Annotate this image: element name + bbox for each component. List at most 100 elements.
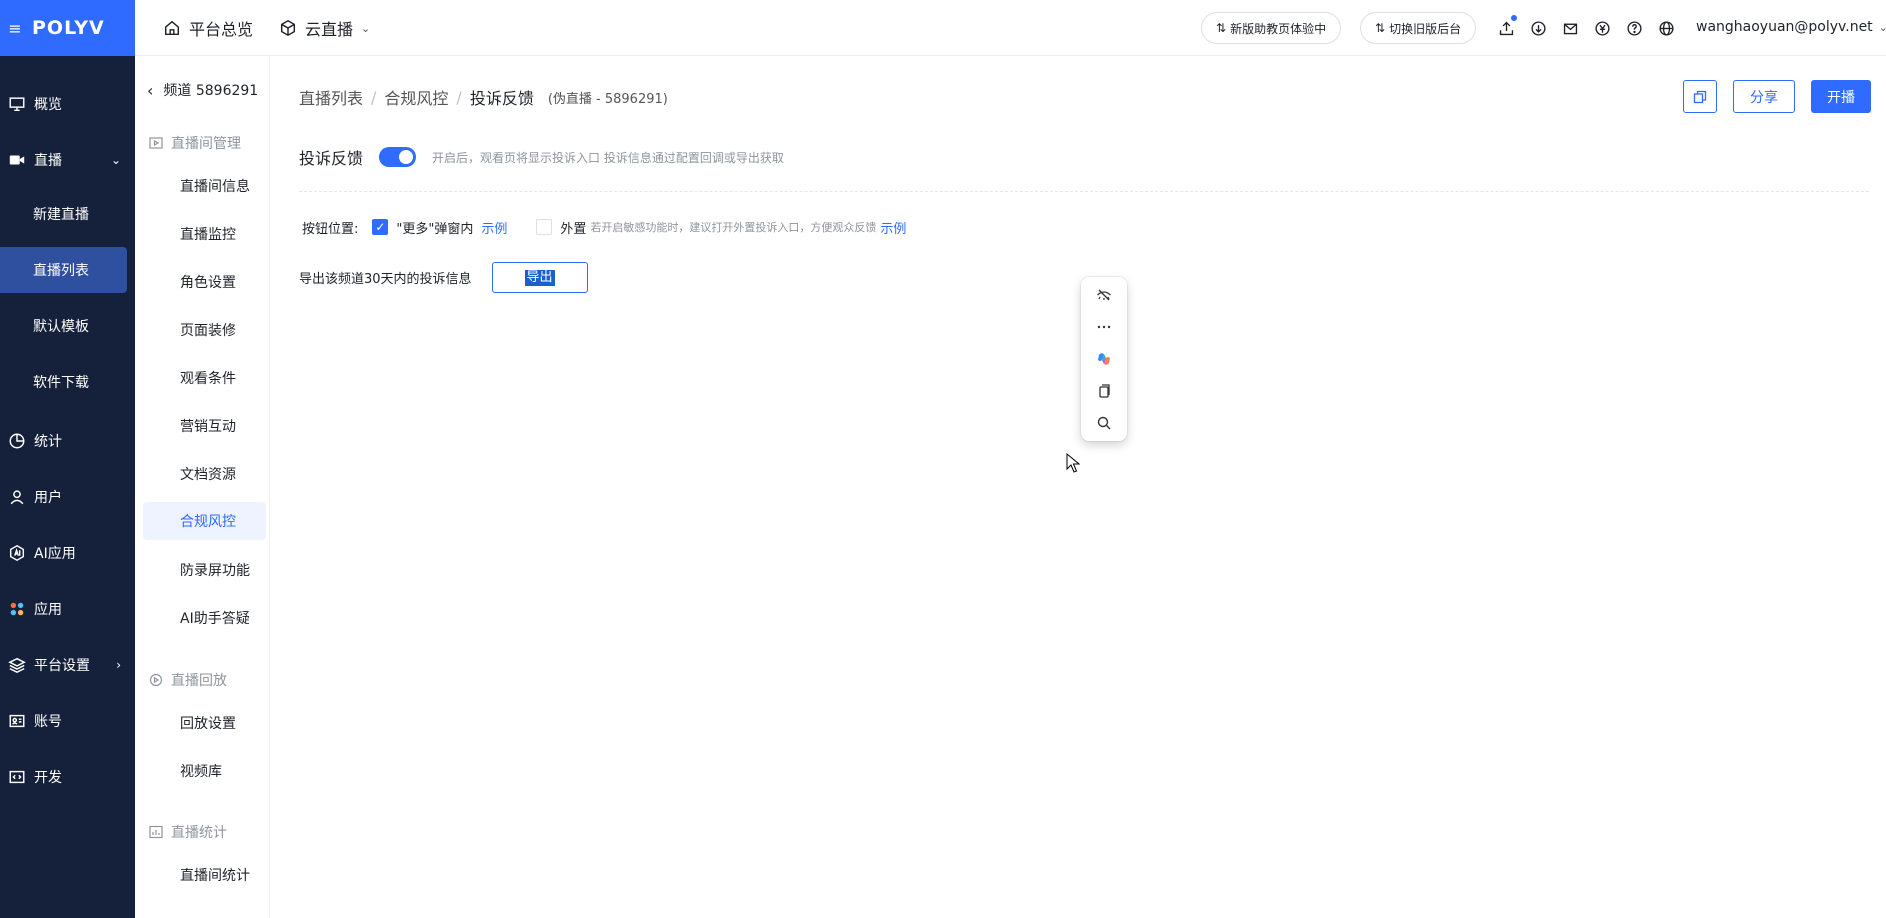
help-icon[interactable] — [1624, 18, 1644, 38]
copilot-icon[interactable] — [1094, 349, 1114, 369]
menu-icon[interactable]: ≡ — [4, 19, 26, 38]
submenu-item-documents[interactable]: 文档资源 — [143, 455, 266, 493]
sidebar-label: 账号 — [34, 714, 62, 730]
sidebar-label: 直播列表 — [33, 263, 89, 279]
sidebar-label: 新建直播 — [33, 207, 89, 223]
submenu-item-ai-assistant[interactable]: AI助手答疑 — [143, 599, 266, 637]
sidebar-label: 开发 — [34, 770, 62, 786]
breadcrumb-current: 投诉反馈 — [469, 89, 534, 108]
chevron-down-icon: ⌄ — [361, 21, 371, 35]
sidebar-item-apps[interactable]: 应用 — [0, 586, 135, 632]
sidebar-item-software-download[interactable]: 软件下载 — [0, 359, 135, 405]
nav-platform-overview[interactable]: 平台总览 — [163, 16, 253, 40]
switch-icon: ⇅ — [1375, 21, 1386, 35]
channel-label: 频道 5896291 — [163, 83, 259, 99]
export-button[interactable]: 导出 — [491, 262, 588, 293]
download-icon[interactable] — [1528, 18, 1548, 38]
nav-cloud-live[interactable]: 云直播 ⌄ — [279, 16, 370, 40]
switch-icon: ⇅ — [1216, 21, 1227, 35]
brand-area: ≡ POLYV — [0, 0, 135, 56]
checkbox-inner[interactable]: ✓ — [372, 219, 389, 235]
button-position-row: 按钮位置: ✓ "更多"弹窗内 示例 外置 若开启敏感功能时，建议打开外置投诉入… — [302, 217, 906, 237]
sidebar-item-overview[interactable]: 概览 — [0, 81, 135, 127]
submenu-item-compliance[interactable]: 合规风控 — [143, 502, 266, 540]
sidebar-item-default-template[interactable]: 默认模板 — [0, 303, 135, 349]
sidebar-label: 直播 — [34, 153, 62, 169]
hide-icon[interactable] — [1094, 285, 1114, 305]
old-ui-label: 切换旧版后台 — [1389, 21, 1462, 36]
globe-icon[interactable] — [1656, 18, 1676, 38]
user-icon — [8, 488, 26, 506]
notification-dot — [1510, 14, 1518, 22]
sidebar-item-live[interactable]: 直播 ⌄ — [0, 137, 135, 183]
mouse-cursor-icon — [1066, 453, 1080, 473]
start-live-button[interactable]: 开播 — [1811, 80, 1871, 113]
bar-chart-icon — [149, 825, 163, 839]
layers-icon — [8, 656, 26, 674]
sidebar-label: 概览 — [34, 97, 62, 113]
sidebar-label: 默认模板 — [33, 319, 89, 335]
copy-icon — [1693, 90, 1707, 103]
submenu-item-video-library[interactable]: 视频库 — [143, 752, 266, 790]
position-label: 按钮位置: — [302, 221, 359, 237]
divider — [299, 191, 1869, 192]
chevron-down-icon: ⌄ — [1878, 20, 1886, 34]
breadcrumb: 直播列表 / 合规风控 / 投诉反馈 (伪直播 - 5896291) — [299, 85, 668, 109]
sidebar-label: AI应用 — [34, 546, 76, 562]
old-ui-button[interactable]: ⇅ 切换旧版后台 — [1360, 12, 1477, 44]
example-link-outer[interactable]: 示例 — [880, 218, 906, 237]
sidebar-item-statistics[interactable]: 统计 — [0, 418, 135, 464]
submenu-item-room-stats[interactable]: 直播间统计 — [143, 856, 266, 894]
export-button-label: 导出 — [524, 269, 555, 286]
upload-icon[interactable] — [1496, 14, 1518, 38]
sidebar-item-new-live[interactable]: 新建直播 — [0, 191, 135, 237]
submenu-item-decoration[interactable]: 页面装修 — [143, 311, 266, 349]
group-room-management: 直播间管理 — [149, 133, 241, 153]
back-to-channel[interactable]: ‹ 频道 5896291 — [147, 80, 258, 100]
chevron-left-icon: ‹ — [147, 80, 154, 100]
sidebar-item-account[interactable]: 账号 — [0, 698, 135, 744]
search-icon[interactable] — [1094, 413, 1114, 433]
nav-label: 云直播 — [305, 20, 354, 39]
logo[interactable]: POLYV — [32, 17, 105, 39]
sidebar-item-platform-settings[interactable]: 平台设置 › — [0, 642, 135, 688]
breadcrumb-compliance[interactable]: 合规风控 — [384, 85, 448, 109]
submenu-item-anti-recording[interactable]: 防录屏功能 — [143, 551, 266, 589]
option-inner-label: "更多"弹窗内 — [396, 221, 474, 237]
submenu-item-view-conditions[interactable]: 观看条件 — [143, 359, 266, 397]
share-button[interactable]: 分享 — [1733, 80, 1795, 113]
submenu-item-monitor[interactable]: 直播监控 — [143, 215, 266, 253]
breadcrumb-separator: / — [371, 87, 377, 107]
cube-icon — [280, 19, 296, 37]
export-label: 导出该频道30天内的投诉信息 — [299, 272, 472, 287]
submenu-item-roles[interactable]: 角色设置 — [143, 263, 266, 301]
currency-icon[interactable] — [1592, 18, 1612, 38]
new-ui-button[interactable]: ⇅ 新版助教页体验中 — [1201, 12, 1342, 44]
sidebar-item-users[interactable]: 用户 — [0, 474, 135, 520]
chevron-right-icon: › — [116, 658, 121, 672]
feedback-toggle[interactable] — [379, 147, 417, 167]
sidebar-item-ai-apps[interactable]: AI应用 — [0, 530, 135, 576]
example-link-inner[interactable]: 示例 — [481, 218, 507, 237]
mail-icon[interactable] — [1560, 18, 1580, 38]
submenu-item-replay-settings[interactable]: 回放设置 — [143, 704, 266, 742]
submenu-item-room-info[interactable]: 直播间信息 — [143, 167, 266, 205]
toggle-knob — [399, 150, 414, 164]
copy-button[interactable] — [1683, 80, 1717, 113]
user-menu[interactable]: wanghaoyuan@polyv.net ⌄ — [1696, 19, 1886, 35]
copy-icon[interactable] — [1094, 381, 1114, 401]
sidebar-item-develop[interactable]: 开发 — [0, 754, 135, 800]
more-icon[interactable] — [1094, 317, 1114, 337]
breadcrumb-live-list[interactable]: 直播列表 — [299, 85, 363, 109]
pie-chart-icon — [8, 432, 26, 450]
code-icon — [8, 768, 26, 786]
feedback-hint: 开启后，观看页将显示投诉入口 投诉信息通过配置回调或导出获取 — [432, 150, 784, 165]
play-screen-icon — [149, 137, 163, 149]
export-row: 导出该频道30天内的投诉信息 导出 — [299, 262, 588, 293]
submenu-item-marketing[interactable]: 营销互动 — [143, 407, 266, 445]
breadcrumb-separator: / — [456, 87, 462, 107]
section-title: 投诉反馈 — [299, 149, 364, 168]
checkbox-outer[interactable] — [536, 219, 553, 235]
sidebar-item-live-list[interactable]: 直播列表 — [0, 247, 127, 293]
channel-tag: (伪直播 - 5896291) — [547, 91, 668, 107]
